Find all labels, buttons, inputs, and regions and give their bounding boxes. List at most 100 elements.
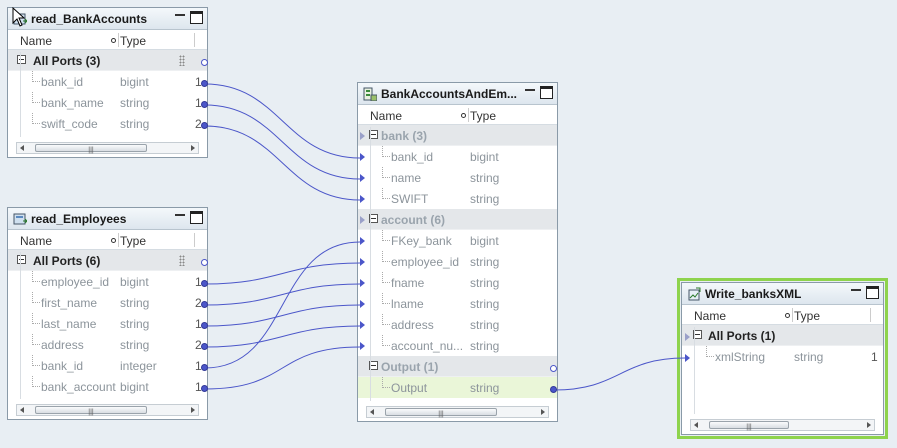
ports-group[interactable]: All Ports (6): [8, 250, 207, 271]
group-output-port[interactable]: [550, 365, 557, 372]
scroll-left-icon[interactable]: [694, 422, 698, 428]
drag-handle-icon[interactable]: [179, 255, 185, 266]
port-row[interactable]: swift_code string 2: [8, 113, 207, 134]
scroll-thumb[interactable]: |||: [385, 408, 497, 418]
object-header[interactable]: read_Employees: [8, 208, 207, 230]
output-port[interactable]: [201, 364, 208, 371]
input-port[interactable]: [360, 237, 365, 245]
xml-mapping-object[interactable]: BankAccountsAndEm... Name Type bank (3) …: [357, 82, 558, 422]
port-row[interactable]: last_name string 1: [8, 313, 207, 334]
output-port[interactable]: [550, 386, 557, 393]
input-port[interactable]: [360, 153, 365, 161]
input-port[interactable]: [360, 174, 365, 182]
link-account-number[interactable]: [204, 346, 361, 390]
horizontal-scrollbar[interactable]: |||: [16, 142, 199, 154]
port-row[interactable]: account_nu... string: [358, 335, 557, 356]
horizontal-scrollbar[interactable]: |||: [690, 419, 875, 431]
group-input-port[interactable]: [360, 132, 365, 140]
name-column-header[interactable]: Name: [694, 309, 726, 323]
type-column-header[interactable]: Type: [794, 309, 820, 323]
output-port[interactable]: [201, 122, 208, 129]
link-bank-id[interactable]: [204, 83, 361, 159]
output-port[interactable]: [201, 322, 208, 329]
link-swift-code[interactable]: [204, 125, 361, 201]
port-row[interactable]: bank_account bigint 1: [8, 376, 207, 397]
scroll-right-icon[interactable]: [541, 409, 545, 415]
scroll-left-icon[interactable]: [370, 409, 374, 415]
input-port[interactable]: [360, 321, 365, 329]
port-row[interactable]: Output string: [358, 377, 557, 398]
ports-group[interactable]: All Ports (3): [8, 50, 207, 71]
group-output-port[interactable]: [201, 59, 208, 66]
group-input-port[interactable]: [360, 216, 365, 224]
group-input-port[interactable]: [685, 333, 690, 341]
type-column-header[interactable]: Type: [470, 109, 496, 123]
name-column-header[interactable]: Name: [20, 34, 52, 48]
scroll-right-icon[interactable]: [191, 145, 195, 151]
output-port[interactable]: [201, 280, 208, 287]
group-output-port[interactable]: [201, 259, 208, 266]
name-column-header[interactable]: Name: [370, 109, 402, 123]
scroll-right-icon[interactable]: [191, 407, 195, 413]
port-row[interactable]: bank_name string 1: [8, 92, 207, 113]
scroll-left-icon[interactable]: [20, 145, 24, 151]
collapse-icon[interactable]: [17, 55, 26, 64]
bank-group[interactable]: bank (3): [358, 125, 557, 146]
name-column-header[interactable]: Name: [20, 234, 52, 248]
port-row[interactable]: bank_id bigint: [358, 146, 557, 167]
link-bank-name[interactable]: [204, 104, 361, 180]
input-port[interactable]: [360, 342, 365, 350]
drag-handle-icon[interactable]: [179, 55, 185, 66]
input-port[interactable]: [360, 258, 365, 266]
input-port[interactable]: [360, 279, 365, 287]
input-port[interactable]: [360, 300, 365, 308]
link-first-name[interactable]: [204, 283, 361, 306]
link-output-xmlstring[interactable]: [553, 357, 686, 391]
mapping-canvas[interactable]: read_BankAccounts Name Type All Ports (3…: [0, 0, 897, 448]
link-employee-id[interactable]: [204, 262, 361, 285]
scroll-thumb[interactable]: |||: [35, 406, 147, 416]
port-row[interactable]: SWIFT string: [358, 188, 557, 209]
minimize-button[interactable]: [850, 287, 862, 297]
object-header[interactable]: Write_banksXML: [682, 283, 883, 305]
output-port[interactable]: [201, 80, 208, 87]
port-row[interactable]: employee_id bigint 1: [8, 271, 207, 292]
input-port[interactable]: [360, 195, 365, 203]
object-header[interactable]: read_BankAccounts: [8, 8, 207, 30]
collapse-icon[interactable]: [17, 255, 26, 264]
link-last-name[interactable]: [204, 304, 361, 327]
ports-group[interactable]: All Ports (1): [682, 325, 883, 346]
port-row[interactable]: xmlString string 1: [682, 346, 883, 367]
scroll-left-icon[interactable]: [20, 407, 24, 413]
port-row[interactable]: bank_id integer 1: [8, 355, 207, 376]
port-row[interactable]: address string: [358, 314, 557, 335]
scroll-right-icon[interactable]: [867, 422, 871, 428]
port-row[interactable]: name string: [358, 167, 557, 188]
scroll-thumb[interactable]: |||: [709, 421, 789, 431]
type-column-header[interactable]: Type: [120, 34, 146, 48]
minimize-button[interactable]: [174, 12, 186, 22]
horizontal-scrollbar[interactable]: |||: [16, 404, 199, 416]
output-port[interactable]: [201, 385, 208, 392]
maximize-button[interactable]: [540, 86, 553, 99]
write-banksxml-object[interactable]: Write_banksXML Name Type All Ports (1) x…: [677, 278, 888, 439]
output-port[interactable]: [201, 343, 208, 350]
type-column-header[interactable]: Type: [120, 234, 146, 248]
account-group[interactable]: account (6): [358, 209, 557, 230]
port-row[interactable]: FKey_bank bigint: [358, 230, 557, 251]
port-row[interactable]: employee_id string: [358, 251, 557, 272]
port-row[interactable]: lname string: [358, 293, 557, 314]
read-employees-object[interactable]: read_Employees Name Type All Ports (6) e…: [7, 207, 208, 420]
maximize-button[interactable]: [866, 286, 879, 299]
minimize-button[interactable]: [524, 87, 536, 97]
port-row[interactable]: bank_id bigint 1: [8, 71, 207, 92]
link-fkey-bank[interactable]: [204, 241, 361, 369]
minimize-button[interactable]: [174, 212, 186, 222]
output-port[interactable]: [201, 101, 208, 108]
port-row[interactable]: address string 2: [8, 334, 207, 355]
maximize-button[interactable]: [190, 11, 203, 24]
output-group[interactable]: Output (1): [358, 356, 557, 377]
horizontal-scrollbar[interactable]: |||: [366, 406, 549, 418]
port-row[interactable]: fname string: [358, 272, 557, 293]
input-port[interactable]: [685, 354, 690, 362]
